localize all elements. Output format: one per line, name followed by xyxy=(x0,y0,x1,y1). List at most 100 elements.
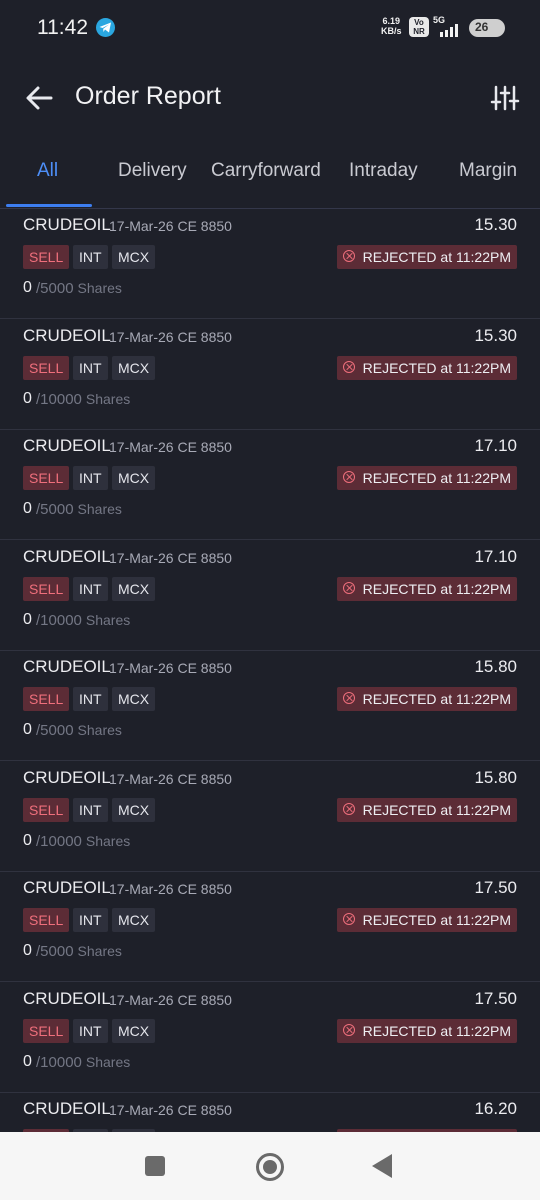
side-badge: SELL xyxy=(23,687,70,711)
order-symbol: CRUDEOIL xyxy=(23,547,111,566)
exchange-badge: MCX xyxy=(112,1019,156,1043)
tab-margin[interactable]: Margin xyxy=(459,160,517,182)
product-badge: INT xyxy=(73,466,108,490)
status-badge: REJECTED at 11:22PM xyxy=(336,908,517,932)
order-symbol: CRUDEOIL xyxy=(23,878,111,897)
exchange-badge: MCX xyxy=(112,356,156,380)
reject-icon xyxy=(342,471,355,483)
reject-icon xyxy=(342,1024,355,1036)
order-contract: 17-Mar-26 CE 8850 xyxy=(109,881,232,897)
filled-qty: 0 xyxy=(23,611,32,628)
order-list[interactable]: CRUDEOIL 17-Mar-26 CE 8850 15.30 SELL IN… xyxy=(0,208,540,1132)
side-badge: SELL xyxy=(23,356,70,380)
filled-qty: 0 xyxy=(23,721,32,738)
filled-qty: 0 xyxy=(23,832,32,849)
side-badge: SELL xyxy=(23,466,70,490)
product-badge: INT xyxy=(73,908,108,932)
qty-unit: Shares xyxy=(77,501,122,517)
side-badge: SELL xyxy=(23,577,70,601)
order-symbol: CRUDEOIL xyxy=(23,215,111,234)
order-row[interactable]: CRUDEOIL 17-Mar-26 CE 8850 17.10 SELL IN… xyxy=(0,540,540,651)
product-badge: INT xyxy=(73,1019,108,1043)
status-badge: REJECTED at 11:22PM xyxy=(336,356,517,380)
back-button[interactable] xyxy=(22,82,58,114)
battery-level: 26 xyxy=(475,20,489,34)
tab-carryforward[interactable]: Carryforward xyxy=(211,160,321,182)
order-price: 17.10 xyxy=(474,436,517,455)
status-badge: REJECTED at 11:22PM xyxy=(336,1019,517,1043)
filled-qty: 0 xyxy=(23,279,32,296)
order-row[interactable]: CRUDEOIL 17-Mar-26 CE 8850 15.30 SELL IN… xyxy=(0,319,540,430)
order-row[interactable]: CRUDEOIL 17-Mar-26 CE 8850 15.80 SELL IN… xyxy=(0,761,540,872)
reject-icon xyxy=(342,913,355,925)
order-row[interactable]: CRUDEOIL 17-Mar-26 CE 8850 17.50 SELL IN… xyxy=(0,871,540,982)
product-badge: INT xyxy=(73,687,108,711)
order-row[interactable]: CRUDEOIL 17-Mar-26 CE 8850 17.10 SELL IN… xyxy=(0,429,540,540)
triangle-back-icon[interactable] xyxy=(372,1154,392,1178)
order-price: 15.30 xyxy=(474,215,517,234)
order-symbol: CRUDEOIL xyxy=(23,989,111,1008)
product-badge: INT xyxy=(73,245,108,269)
status-text: REJECTED at 11:22PM xyxy=(362,581,511,597)
tab-all[interactable]: All xyxy=(37,160,58,182)
qty-unit: Shares xyxy=(77,943,122,959)
tab-delivery[interactable]: Delivery xyxy=(118,160,187,182)
status-text: REJECTED at 11:22PM xyxy=(362,1023,511,1039)
sliders-icon xyxy=(490,85,520,111)
status-badge: REJECTED at 11:22PM xyxy=(336,687,517,711)
telegram-icon xyxy=(96,18,115,37)
order-symbol: CRUDEOIL xyxy=(23,768,111,787)
order-contract: 17-Mar-26 CE 8850 xyxy=(109,660,232,676)
order-contract: 17-Mar-26 CE 8850 xyxy=(109,439,232,455)
reject-icon xyxy=(342,361,355,373)
order-row[interactable]: CRUDEOIL 17-Mar-26 CE 8850 15.80 SELL IN… xyxy=(0,650,540,761)
status-badge: REJECTED at 11:22PM xyxy=(336,466,517,490)
exchange-badge: MCX xyxy=(112,577,156,601)
order-symbol: CRUDEOIL xyxy=(23,657,111,676)
order-row[interactable]: CRUDEOIL 17-Mar-26 CE 8850 16.20 SELL IN… xyxy=(0,1092,540,1132)
product-badge: INT xyxy=(73,798,108,822)
reject-icon xyxy=(342,250,355,262)
network-speed: 6.19 KB/s xyxy=(381,16,402,36)
order-row[interactable]: CRUDEOIL 17-Mar-26 CE 8850 17.50 SELL IN… xyxy=(0,982,540,1093)
status-text: REJECTED at 11:22PM xyxy=(362,912,511,928)
status-badge: REJECTED at 11:22PM xyxy=(336,245,517,269)
qty-unit: Shares xyxy=(85,1054,131,1070)
order-contract: 17-Mar-26 CE 8850 xyxy=(109,771,232,787)
active-tab-indicator xyxy=(6,204,92,207)
tab-intraday[interactable]: Intraday xyxy=(349,160,418,182)
app-header: Order Report xyxy=(0,60,540,134)
reject-icon xyxy=(342,582,355,594)
status-text: REJECTED at 11:22PM xyxy=(362,360,511,376)
total-qty: /5000 Shares xyxy=(36,501,122,518)
system-nav-bar xyxy=(0,1132,540,1200)
qty-unit: Shares xyxy=(85,833,131,849)
volte-icon: Vo NR xyxy=(409,17,429,37)
total-qty: /10000 Shares xyxy=(36,1054,131,1071)
battery-icon: 26 xyxy=(469,19,505,37)
qty-unit: Shares xyxy=(77,722,122,738)
circle-icon[interactable] xyxy=(256,1153,284,1181)
page-title: Order Report xyxy=(75,82,221,110)
reject-icon xyxy=(342,803,355,815)
product-badge: INT xyxy=(73,356,108,380)
order-contract: 17-Mar-26 CE 8850 xyxy=(109,329,232,345)
reject-icon xyxy=(342,692,355,704)
total-qty: /10000 Shares xyxy=(36,391,131,408)
square-icon[interactable] xyxy=(145,1156,165,1176)
order-row[interactable]: CRUDEOIL 17-Mar-26 CE 8850 15.30 SELL IN… xyxy=(0,208,540,319)
filter-button[interactable] xyxy=(490,84,520,112)
order-symbol: CRUDEOIL xyxy=(23,1099,111,1118)
total-qty: /5000 Shares xyxy=(36,943,122,960)
status-bar: 11:42 6.19 KB/s Vo NR 5G 26 xyxy=(0,0,540,56)
order-contract: 17-Mar-26 CE 8850 xyxy=(109,992,232,1008)
exchange-badge: MCX xyxy=(112,687,156,711)
order-symbol: CRUDEOIL xyxy=(23,326,111,345)
exchange-badge: MCX xyxy=(112,245,156,269)
total-qty: /10000 Shares xyxy=(36,833,131,850)
clock: 11:42 xyxy=(37,16,88,39)
exchange-badge: MCX xyxy=(112,466,156,490)
order-price: 16.20 xyxy=(474,1099,517,1118)
order-price: 15.80 xyxy=(474,657,517,676)
order-price: 17.50 xyxy=(474,878,517,897)
